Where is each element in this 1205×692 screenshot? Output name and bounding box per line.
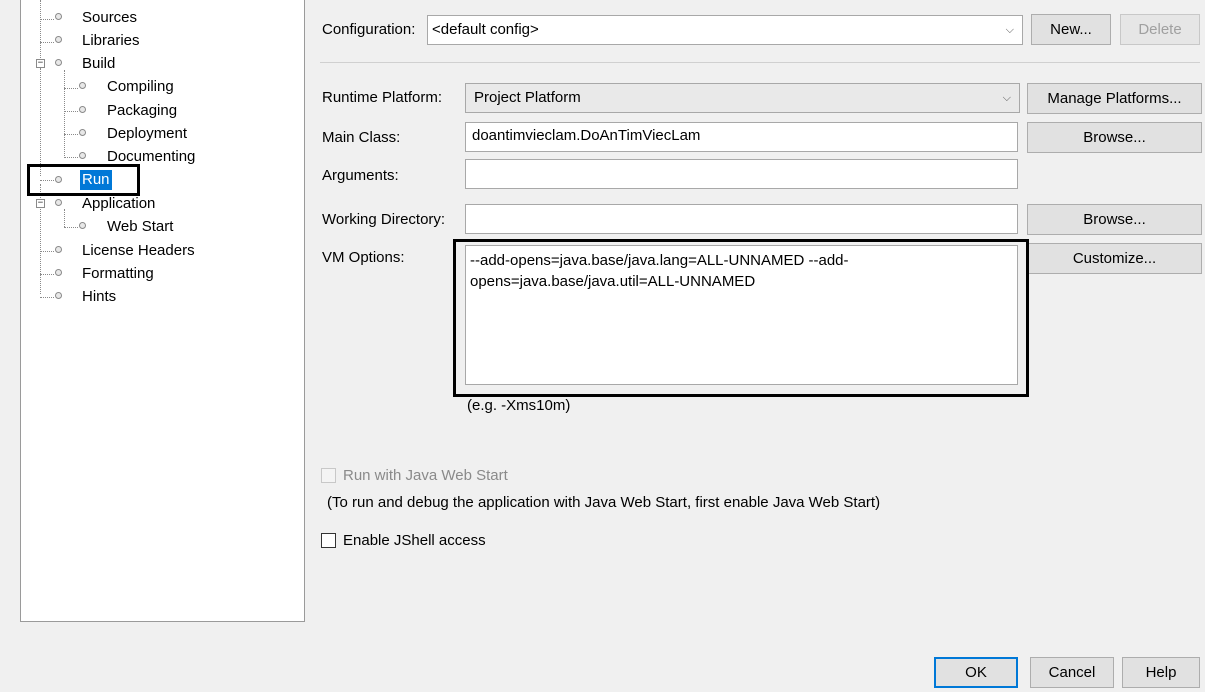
node-icon	[55, 199, 62, 206]
browse-main-class-button[interactable]: Browse...	[1027, 122, 1202, 153]
main-class-label: Main Class:	[322, 129, 401, 146]
enable-jshell-checkbox[interactable]	[321, 533, 336, 548]
run-with-web-start-checkbox[interactable]	[321, 468, 336, 483]
node-icon	[79, 222, 86, 229]
customize-button[interactable]: Customize...	[1027, 243, 1202, 274]
node-icon	[55, 176, 62, 183]
tree-item-sources[interactable]: Sources	[21, 7, 301, 29]
tree-item-application[interactable]: Application	[21, 193, 301, 215]
tree-item-label: Compiling	[107, 78, 174, 95]
node-icon	[79, 152, 86, 159]
tree-item-packaging[interactable]: Packaging	[21, 100, 301, 122]
help-button[interactable]: Help	[1122, 657, 1200, 688]
tree-item-label: Libraries	[82, 32, 140, 49]
chevron-down-icon: ⌵	[1002, 92, 1011, 104]
runtime-platform-select[interactable]: Project Platform ⌵	[465, 83, 1020, 113]
tree-item-label: Hints	[82, 288, 117, 305]
tree-item-label: Documenting	[107, 148, 196, 165]
vm-options-textarea[interactable]	[465, 245, 1018, 385]
cancel-button[interactable]: Cancel	[1030, 657, 1114, 688]
run-with-web-start-label: Run with Java Web Start	[343, 467, 508, 484]
runtime-platform-label: Runtime Platform:	[322, 89, 443, 106]
arguments-field[interactable]	[465, 159, 1018, 189]
node-icon	[55, 13, 62, 20]
tree-item-run[interactable]: Run	[21, 169, 301, 191]
tree-item-compiling[interactable]: Compiling	[21, 76, 301, 98]
tree-item-build[interactable]: Build	[21, 53, 301, 75]
working-directory-label: Working Directory:	[322, 211, 446, 228]
node-icon	[79, 82, 86, 89]
new-config-button[interactable]: New...	[1031, 14, 1111, 45]
node-icon	[79, 106, 86, 113]
tree-item-formatting[interactable]: Formatting	[21, 263, 301, 285]
manage-platforms-button[interactable]: Manage Platforms...	[1027, 83, 1202, 114]
node-icon	[55, 292, 62, 299]
config-separator	[320, 62, 1200, 63]
runtime-platform-value: Project Platform	[474, 89, 581, 106]
tree-item-hints[interactable]: Hints	[21, 286, 301, 308]
configuration-select[interactable]: <default config> ⌵	[427, 15, 1023, 45]
tree-item-deployment[interactable]: Deployment	[21, 123, 301, 145]
tree-item-documenting[interactable]: Documenting	[21, 146, 301, 168]
configuration-label: Configuration:	[322, 21, 416, 38]
node-icon	[79, 129, 86, 136]
tree-item-web-start[interactable]: Web Start	[21, 216, 301, 238]
tree-item-label: Packaging	[107, 102, 178, 119]
tree-item-label: License Headers	[82, 242, 195, 259]
chevron-down-icon: ⌵	[1005, 24, 1014, 36]
arguments-label: Arguments:	[322, 167, 399, 184]
enable-jshell-label: Enable JShell access	[343, 532, 486, 549]
tree-item-license-headers[interactable]: License Headers	[21, 240, 301, 262]
delete-config-button[interactable]: Delete	[1120, 14, 1200, 45]
web-start-note: (To run and debug the application with J…	[327, 494, 881, 511]
vm-options-label: VM Options:	[322, 249, 405, 266]
node-icon	[55, 246, 62, 253]
tree-item-label: Build	[82, 55, 116, 72]
tree-item-label: Deployment	[107, 125, 188, 142]
browse-working-directory-button[interactable]: Browse...	[1027, 204, 1202, 235]
tree-item-label: Sources	[82, 9, 138, 26]
tree-item-libraries[interactable]: Libraries	[21, 30, 301, 52]
tree-item-label: Application	[82, 195, 156, 212]
vm-options-hint: (e.g. -Xms10m)	[467, 397, 571, 414]
node-icon	[55, 59, 62, 66]
category-tree[interactable]: − − Sources Libraries Build Compiling Pa…	[20, 0, 305, 622]
working-directory-field[interactable]	[465, 204, 1018, 234]
configuration-value: <default config>	[432, 21, 539, 38]
node-icon	[55, 36, 62, 43]
tree-item-label: Web Start	[107, 218, 174, 235]
tree-item-label: Formatting	[82, 265, 154, 282]
tree-item-label: Run	[80, 170, 112, 190]
main-class-field[interactable]: doantimvieclam.DoAnTimViecLam	[465, 122, 1018, 152]
node-icon	[55, 269, 62, 276]
ok-button[interactable]: OK	[934, 657, 1018, 688]
